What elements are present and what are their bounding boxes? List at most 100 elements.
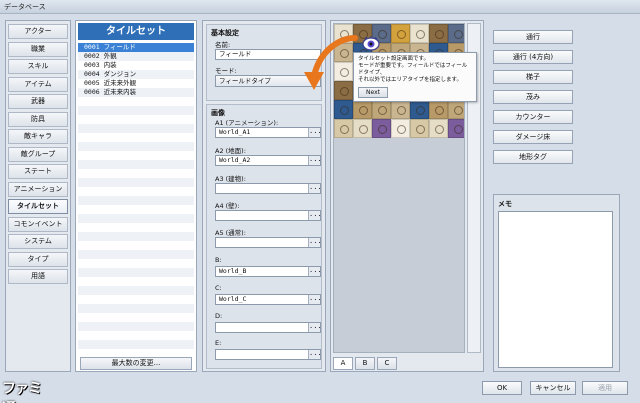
browse-button[interactable]: ...: [308, 156, 320, 165]
tile-cell[interactable]: [372, 119, 391, 138]
tooltip-next-button[interactable]: Next: [358, 87, 388, 98]
category-item[interactable]: 敵キャラ: [8, 129, 68, 144]
tile-cell[interactable]: [429, 119, 448, 138]
tile-cell[interactable]: [391, 100, 410, 119]
category-list: アクター職業スキルアイテム武器防具敵キャラ敵グループステートアニメーション タイル…: [5, 20, 71, 372]
image-slot-field[interactable]: World_C...: [215, 294, 321, 305]
flag-button[interactable]: 茂み: [493, 90, 573, 104]
tooltip-line: それ以外ではエリアタイプを指定します。: [358, 77, 462, 83]
browse-button[interactable]: ...: [308, 295, 320, 304]
tile-cell[interactable]: [391, 24, 410, 43]
memo-textarea[interactable]: [498, 211, 613, 368]
browse-button[interactable]: ...: [308, 267, 320, 276]
tile-cell[interactable]: [448, 100, 464, 119]
image-slot-label: D:: [215, 312, 223, 320]
tile-pattern-icon: [435, 125, 444, 134]
basic-settings-title: 基本設定: [211, 29, 239, 37]
image-slot-field[interactable]: World_A2...: [215, 155, 321, 166]
tile-pattern-icon: [416, 106, 425, 115]
mode-select-value: フィールドタイプ: [219, 77, 271, 85]
category-item[interactable]: 職業: [8, 41, 68, 57]
flag-button[interactable]: 梯子: [493, 70, 573, 84]
image-slot-field[interactable]: ...: [215, 349, 321, 360]
arrow-icon: [304, 35, 358, 90]
browse-button[interactable]: ...: [308, 238, 320, 247]
tile-cell[interactable]: [410, 119, 429, 138]
image-slot-field[interactable]: ...: [215, 237, 321, 248]
browse-button[interactable]: ...: [308, 211, 320, 220]
memo-group: メモ: [493, 194, 620, 372]
mode-label: モード:: [215, 67, 237, 75]
tile-tab[interactable]: A: [333, 357, 353, 370]
tileset-list-item[interactable]: 0003 内装: [78, 61, 194, 70]
category-item[interactable]: ステート: [8, 164, 68, 179]
name-label: 名前:: [215, 41, 231, 49]
flag-button[interactable]: ダメージ床: [493, 130, 573, 144]
tile-pattern-icon: [454, 125, 463, 134]
image-slot-field[interactable]: ...: [215, 183, 321, 194]
category-item[interactable]: タイルセット: [8, 199, 68, 214]
image-slot-field[interactable]: ...: [215, 322, 321, 333]
image-slot-value: World_A2: [219, 156, 251, 164]
image-slot-label: E:: [215, 339, 222, 347]
tileset-list-item[interactable]: 0006 近未来内装: [78, 88, 194, 97]
category-item[interactable]: 防具: [8, 111, 68, 127]
flag-button[interactable]: 地形タグ: [493, 150, 573, 164]
category-item[interactable]: アクター: [8, 24, 68, 39]
tileset-list-item[interactable]: 0004 ダンジョン: [78, 70, 194, 79]
apply-button[interactable]: 適用: [582, 381, 628, 395]
tile-pattern-icon: [378, 106, 387, 115]
ok-button[interactable]: OK: [482, 381, 522, 395]
category-item[interactable]: アニメーション: [8, 181, 68, 197]
tile-cell[interactable]: [410, 24, 429, 43]
tile-cell[interactable]: [353, 119, 372, 138]
browse-button[interactable]: ...: [308, 350, 320, 359]
tileset-list-item[interactable]: 0005 近未来外観: [78, 79, 194, 88]
tile-tab[interactable]: B: [355, 357, 375, 370]
browse-button[interactable]: ...: [308, 184, 320, 193]
tile-pattern-icon: [454, 30, 463, 39]
category-item[interactable]: コモンイベント: [8, 216, 68, 232]
category-item[interactable]: アイテム: [8, 76, 68, 92]
browse-button[interactable]: ...: [308, 323, 320, 332]
category-item[interactable]: タイプ: [8, 251, 68, 267]
cancel-button[interactable]: キャンセル: [530, 381, 576, 395]
tileset-list-item[interactable]: 0001 フィールド: [78, 43, 194, 52]
image-slot-field[interactable]: World_A1...: [215, 127, 321, 138]
tile-cell[interactable]: [448, 119, 464, 138]
images-group: 画像 A1 (アニメーション): World_A1... A2 (地面): World…: [206, 104, 322, 369]
tile-pattern-icon: [397, 125, 406, 134]
tile-cell[interactable]: [372, 100, 391, 119]
tile-cell[interactable]: [334, 100, 353, 119]
image-slot-field[interactable]: ...: [215, 210, 321, 221]
change-max-button[interactable]: 最大数の変更...: [80, 357, 192, 370]
image-slot-field[interactable]: World_B...: [215, 266, 321, 277]
browse-button[interactable]: ...: [308, 128, 320, 137]
flag-button[interactable]: カウンター: [493, 110, 573, 124]
category-item[interactable]: 敵グループ: [8, 146, 68, 162]
category-item[interactable]: スキル: [8, 59, 68, 74]
category-item[interactable]: システム: [8, 234, 68, 249]
flag-button[interactable]: 通行: [493, 30, 573, 44]
category-item[interactable]: 武器: [8, 94, 68, 109]
tile-cell[interactable]: [448, 24, 464, 43]
tutorial-tooltip: タイルセット設定画面です。 モードが重要です。フィールドではフィールドタイプ、 …: [353, 52, 477, 102]
tile-cell[interactable]: [353, 100, 372, 119]
tileset-list-item[interactable]: 0002 外観: [78, 52, 194, 61]
tileset-list-panel: タイルセット 0001 フィールド 0002 外観 0003 内装 0004 ダンジョ…: [75, 20, 197, 372]
tile-cell[interactable]: [391, 119, 410, 138]
tile-cell[interactable]: [334, 119, 353, 138]
image-slot-label: A1 (アニメーション):: [215, 119, 279, 127]
tileset-list[interactable]: 0001 フィールド 0002 外観 0003 内装 0004 ダンジョン 0005 近…: [78, 43, 194, 351]
image-slot-label: B:: [215, 256, 222, 264]
tile-cell[interactable]: [410, 100, 429, 119]
tile-cell[interactable]: [429, 100, 448, 119]
tile-pattern-icon: [454, 106, 463, 115]
watermark-logo: ファミ通.com: [2, 381, 50, 403]
flag-button[interactable]: 通行 (4方向): [493, 50, 573, 64]
tile-cell[interactable]: [429, 24, 448, 43]
image-slot-label: A4 (壁):: [215, 202, 240, 210]
image-slot-label: A5 (通常):: [215, 229, 246, 237]
category-item[interactable]: 用語: [8, 269, 68, 284]
tile-tab[interactable]: C: [377, 357, 397, 370]
